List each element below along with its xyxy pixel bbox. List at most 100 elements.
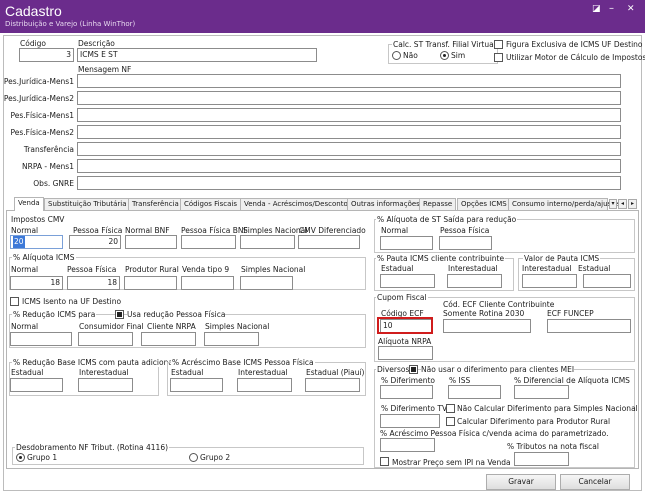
maximize-icon[interactable]: ◪ [592, 4, 601, 14]
vpauta-interestadual-input[interactable] [522, 274, 577, 288]
pauta-icms-title: % Pauta ICMS cliente contribuinte [376, 254, 506, 263]
aliq-simples-input[interactable] [240, 276, 293, 290]
ecf-funcep-label: ECF FUNCEP [547, 309, 594, 318]
st-pf-input[interactable] [439, 236, 492, 250]
title-bar [0, 0, 645, 33]
aliq-pf-label: Pessoa Física [67, 265, 117, 274]
grupo2-label: Grupo 2 [200, 453, 231, 462]
close-icon[interactable]: ✕ [627, 4, 635, 14]
ecf-funcep-input[interactable] [547, 319, 631, 333]
icms-isento-checkbox[interactable] [10, 297, 19, 306]
red-nrpa-input[interactable] [141, 332, 196, 346]
calcular-produtor-checkbox[interactable] [446, 417, 455, 426]
descricao-input[interactable]: ICMS E ST [77, 48, 317, 62]
cupom-fiscal-title: Cupom Fiscal [376, 293, 428, 302]
tab-scroll-left-icon[interactable]: ◂ [618, 199, 627, 209]
cmv-normal-input[interactable]: 20 [10, 235, 63, 249]
diferencial-aliquota-label: % Diferencial de Alíquota ICMS [514, 376, 630, 385]
aliquota-nrpa-input[interactable] [378, 346, 433, 360]
codigo-label: Código [20, 39, 47, 48]
red-normal-input[interactable] [10, 332, 72, 346]
acr-estadual-input[interactable] [170, 378, 223, 392]
aliq-produtor-input[interactable] [124, 276, 177, 290]
usa-reducao-pf-checkbox[interactable] [115, 310, 124, 319]
cmv-pf-input[interactable]: 20 [69, 235, 121, 249]
msg-row-label: Pes.Física-Mens1 [10, 111, 75, 120]
iss-input[interactable] [448, 385, 501, 399]
msg-row-label: Obs. GNRE [33, 179, 74, 188]
msg-row-input[interactable] [77, 142, 621, 156]
tab-transferencia[interactable]: Transferência [128, 198, 183, 210]
redbase-estadual-label: Estadual [11, 368, 44, 377]
tab-scroll-right-icon[interactable]: ▸ [628, 199, 637, 209]
tab-codigos-fiscais[interactable]: Códigos Fiscais [180, 198, 241, 210]
tab-dropdown-icon[interactable]: ▾ [609, 199, 617, 209]
cmv-diferenciado-input[interactable] [298, 235, 360, 249]
msg-row-input[interactable] [77, 91, 621, 105]
cmv-pf-bnf-input[interactable] [181, 235, 236, 249]
cmv-simples-input[interactable] [240, 235, 295, 249]
aliq-tipo9-input[interactable] [181, 276, 234, 290]
cmv-normal-bnf-input[interactable] [125, 235, 177, 249]
mostrar-preco-label: Mostrar Preço sem IPI na Venda [392, 458, 511, 467]
msg-row-label: NRPA - Mens1 [22, 162, 74, 171]
msg-row-input[interactable] [77, 125, 621, 139]
st-normal-input[interactable] [380, 236, 433, 250]
motor-calculo-checkbox[interactable] [494, 53, 503, 62]
grupo2-radio[interactable] [189, 453, 198, 462]
tributos-nota-input[interactable] [514, 452, 569, 466]
acr-piaui-input[interactable] [305, 378, 360, 392]
red-simples-input[interactable] [204, 332, 259, 346]
msg-row-label: Transferência [23, 145, 74, 154]
tab-opcoes-icms[interactable]: Opções ICMS [457, 198, 511, 210]
tab-repasse[interactable]: Repasse [419, 198, 457, 210]
msg-row-input[interactable] [77, 176, 621, 190]
nao-usar-diferimento-checkbox[interactable] [409, 365, 418, 374]
msg-row-input[interactable] [77, 159, 621, 173]
figura-exclusiva-checkbox[interactable] [494, 40, 503, 49]
aliquota-nrpa-label: Alíquota NRPA [378, 337, 432, 346]
acrescimo-pf-label: % Acréscimo Pessoa Física c/venda acima … [380, 429, 609, 438]
valor-pauta-title: Valor de Pauta ICMS [523, 254, 601, 263]
diferimento-tv9-label: % Diferimento TV9 [381, 404, 452, 413]
diferencial-aliquota-input[interactable] [514, 385, 569, 399]
tab-consumo-interno[interactable]: Consumo interno/perda/ajuste [508, 198, 618, 210]
reducao-base-title: % Redução Base ICMS com pauta adicionais [12, 358, 180, 367]
aliq-normal-input[interactable]: 18 [10, 276, 63, 290]
tab-substituicao[interactable]: Substituição Tributária [44, 198, 131, 210]
redbase-interestadual-input[interactable] [78, 378, 133, 392]
somente-rotina-label: Somente Rotina 2030 [443, 309, 525, 318]
msg-row-input[interactable] [77, 108, 621, 122]
icms-isento-label: ICMS Isento na UF Destino [22, 297, 122, 306]
codigo-input[interactable]: 3 [19, 48, 74, 62]
red-nrpa-label: Cliente NRPA [147, 322, 196, 331]
minimize-icon[interactable]: – [609, 3, 614, 14]
aliq-produtor-label: Produtor Rural [125, 265, 179, 274]
red-consumidor-input[interactable] [78, 332, 133, 346]
somente-rotina-input[interactable] [443, 319, 531, 333]
sim-radio[interactable] [440, 51, 449, 60]
mostrar-preco-checkbox[interactable] [380, 457, 389, 466]
diferimento-tv9-input[interactable] [380, 414, 440, 428]
tributos-nota-label: % Tributos na nota fiscal [507, 442, 599, 451]
nao-calcular-simples-checkbox[interactable] [446, 404, 455, 413]
cmv-normal-bnf-label: Normal BNF [125, 226, 170, 235]
gravar-button[interactable]: Gravar [486, 474, 556, 490]
aliquota-st-title: % Alíquota de ST Saída para redução [376, 215, 518, 224]
redbase-estadual-input[interactable] [10, 378, 63, 392]
diferimento-input[interactable] [380, 385, 433, 399]
nao-radio[interactable] [392, 51, 401, 60]
acrescimo-pf-input[interactable] [380, 438, 435, 452]
msg-row-input[interactable] [77, 74, 621, 88]
vpauta-estadual-input[interactable] [583, 274, 631, 288]
pauta-estadual-input[interactable] [380, 274, 435, 288]
pauta-interestadual-input[interactable] [447, 274, 502, 288]
reducao-icms-title: % Redução ICMS para [12, 310, 97, 319]
grupo1-radio[interactable] [16, 453, 25, 462]
tab-outras-informacoes[interactable]: Outras informações [347, 198, 424, 210]
aliq-pf-input[interactable]: 18 [67, 276, 120, 290]
tab-venda[interactable]: Venda [14, 197, 44, 211]
cancelar-button[interactable]: Cancelar [560, 474, 630, 490]
tab-venda-acrescimos[interactable]: Venda - Acréscimos/Descontos [240, 198, 356, 210]
acr-interestadual-input[interactable] [237, 378, 292, 392]
